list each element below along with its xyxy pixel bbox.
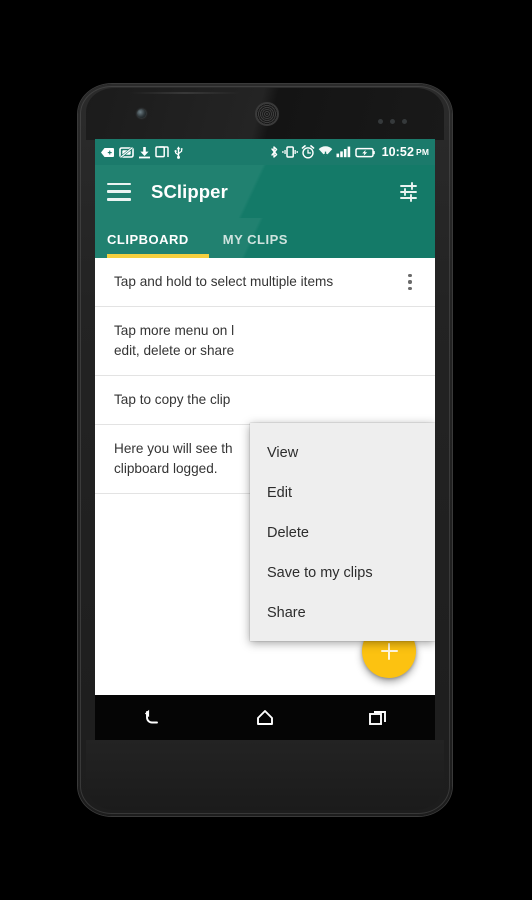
vibrate-icon: [281, 146, 298, 158]
list-item[interactable]: Tap more menu on l edit, delete or share: [95, 307, 435, 376]
app-toolbar: SClipper: [95, 165, 435, 218]
wifi-icon: [318, 146, 332, 157]
signal-bars-icon: [336, 146, 350, 158]
overflow-menu-icon[interactable]: [401, 271, 419, 293]
earpiece-speaker-icon: [255, 102, 279, 126]
phone-bottom-bezel: [86, 740, 444, 810]
phone-screen: 10:52 PM SClipper CLIPBOARD MY CLIPS Tap…: [95, 139, 435, 740]
status-bar-left-icons: [100, 145, 184, 159]
status-bar: 10:52 PM: [95, 139, 435, 165]
list-item[interactable]: Tap and hold to select multiple items: [95, 258, 435, 307]
back-icon[interactable]: [129, 700, 175, 736]
tab-my-clips[interactable]: MY CLIPS: [223, 218, 298, 256]
clipboard-list: Tap and hold to select multiple items Ta…: [95, 258, 435, 695]
list-item-text: Here you will see th clipboard logged.: [114, 441, 233, 476]
tune-sliders-icon[interactable]: [397, 179, 423, 205]
battery-charging-icon: [354, 147, 375, 157]
download-icon: [139, 146, 150, 158]
android-nav-bar: [95, 695, 435, 740]
menu-item-view[interactable]: View: [250, 433, 435, 473]
tab-bar: CLIPBOARD MY CLIPS: [95, 218, 435, 258]
led-indicator-icon: [402, 119, 407, 124]
tab-clipboard[interactable]: CLIPBOARD: [107, 218, 199, 256]
bluetooth-icon: [270, 146, 277, 158]
proximity-sensor-icon: [378, 119, 383, 124]
menu-item-share[interactable]: Share: [250, 593, 435, 633]
back-arrow-badge-icon: [101, 147, 114, 157]
front-camera-icon: [137, 109, 146, 118]
list-item[interactable]: Tap to copy the clip: [95, 376, 435, 425]
context-menu: View Edit Delete Save to my clips Share: [250, 423, 435, 641]
alarm-icon: [301, 145, 314, 159]
usb-icon: [174, 145, 183, 159]
status-bar-clock: 10:52 PM: [381, 145, 429, 159]
recents-icon[interactable]: [355, 700, 401, 736]
menu-item-save-to-my-clips[interactable]: Save to my clips: [250, 553, 435, 593]
earpiece-grille-line: [130, 92, 240, 94]
screenshot-stage: 10:52 PM SClipper CLIPBOARD MY CLIPS Tap…: [0, 0, 532, 900]
status-bar-right-icons: 10:52 PM: [269, 145, 429, 159]
screenshot-icon: [155, 145, 169, 157]
no-sim-card-icon: [119, 146, 134, 158]
list-item-text: Tap and hold to select multiple items: [114, 274, 334, 289]
list-item-text: Tap more menu on l edit, delete or share: [114, 323, 235, 358]
menu-item-edit[interactable]: Edit: [250, 473, 435, 513]
home-icon[interactable]: [242, 700, 288, 736]
hamburger-menu-icon[interactable]: [107, 182, 131, 201]
list-item-text: Tap to copy the clip: [114, 392, 231, 407]
app-title: SClipper: [151, 180, 228, 202]
plus-icon-vertical: [387, 642, 391, 660]
light-sensor-icon: [390, 119, 395, 124]
menu-item-delete[interactable]: Delete: [250, 513, 435, 553]
